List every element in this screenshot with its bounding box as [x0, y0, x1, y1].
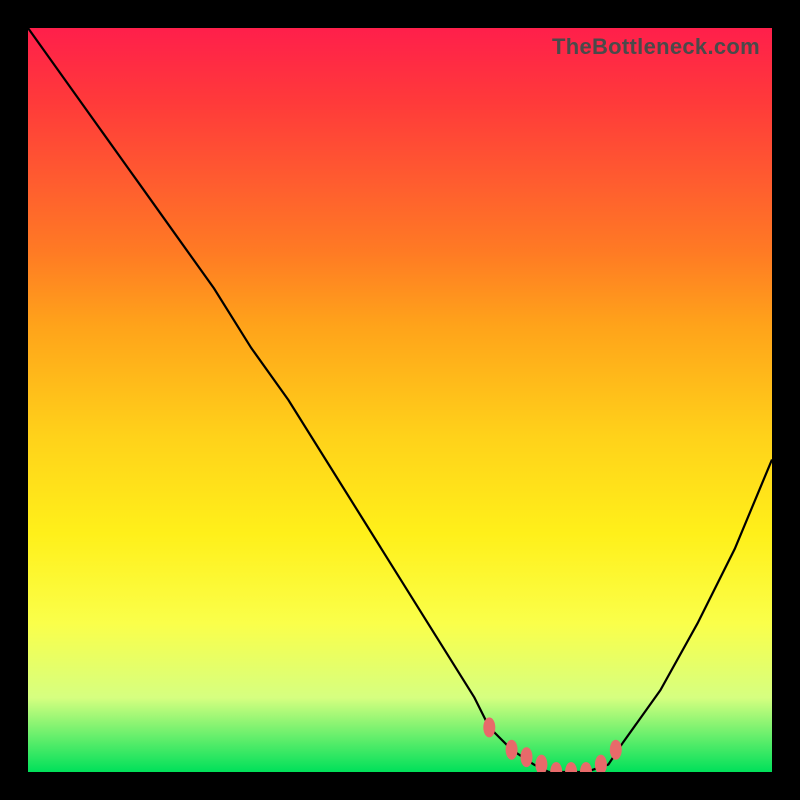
chart-svg [28, 28, 772, 772]
plot-area: TheBottleneck.com [28, 28, 772, 772]
marker-dot [535, 755, 547, 772]
marker-dot [565, 762, 577, 772]
bottleneck-curve [28, 28, 772, 772]
optimal-zone-markers [483, 717, 622, 772]
marker-dot [610, 740, 622, 760]
marker-dot [483, 717, 495, 737]
marker-dot [595, 755, 607, 772]
marker-dot [550, 762, 562, 772]
marker-dot [580, 762, 592, 772]
marker-dot [521, 747, 533, 767]
marker-dot [506, 740, 518, 760]
chart-frame: TheBottleneck.com [0, 0, 800, 800]
